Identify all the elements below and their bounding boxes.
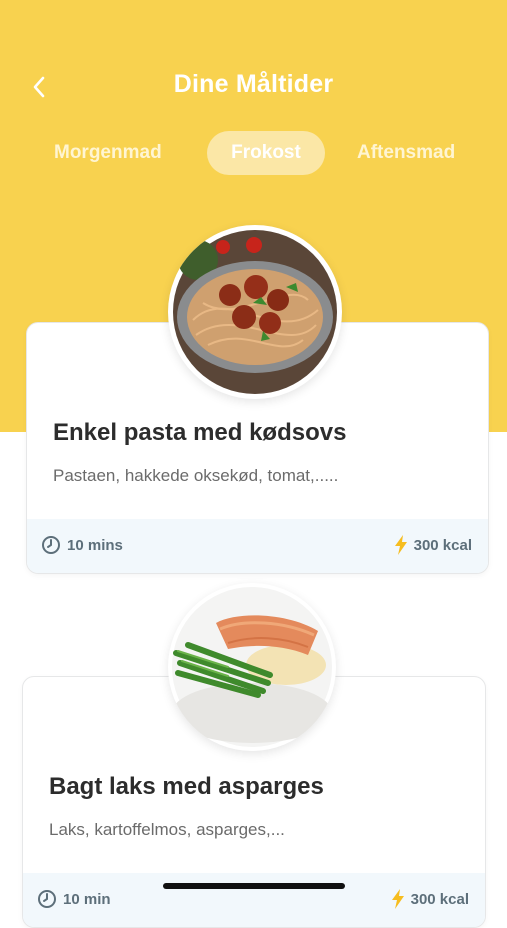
meal-kcal-label: 300 kcal bbox=[413, 536, 472, 554]
tab-morgenmad[interactable]: Morgenmad bbox=[54, 131, 162, 175]
meal-description: Laks, kartoffelmos, asparges,... bbox=[49, 820, 285, 839]
tab-aftensmad[interactable]: Aftensmad bbox=[357, 131, 455, 175]
meal-time: 10 mins bbox=[41, 535, 123, 555]
meal-card-footer: 10 min 300 kcal bbox=[23, 873, 485, 927]
page-title: Dine Måltider bbox=[173, 70, 334, 98]
meal-time-label: 10 mins bbox=[67, 536, 123, 554]
meal-kcal: 300 kcal bbox=[391, 889, 469, 909]
home-indicator bbox=[163, 883, 345, 889]
meal-card-footer: 10 mins 300 kcal bbox=[27, 519, 488, 573]
meal-time: 10 min bbox=[37, 889, 111, 909]
meal-title: Bagt laks med asparges bbox=[49, 773, 324, 800]
meal-time-label: 10 min bbox=[63, 890, 111, 908]
meal-description: Pastaen, hakkede oksekød, tomat,..... bbox=[53, 466, 339, 485]
tab-frokost[interactable]: Frokost bbox=[207, 131, 325, 175]
clock-icon bbox=[38, 890, 56, 908]
clock-icon bbox=[42, 536, 60, 554]
meal-title: Enkel pasta med kødsovs bbox=[53, 419, 347, 446]
lightning-icon bbox=[394, 535, 407, 555]
meal-tabs: Morgenmad Frokost Aftensmad bbox=[0, 131, 507, 175]
meal-kcal: 300 kcal bbox=[394, 535, 472, 555]
pasta-meatballs-image bbox=[168, 225, 342, 399]
lightning-icon bbox=[391, 889, 404, 909]
meal-kcal-label: 300 kcal bbox=[410, 890, 469, 908]
salmon-asparagus-image bbox=[168, 583, 336, 751]
